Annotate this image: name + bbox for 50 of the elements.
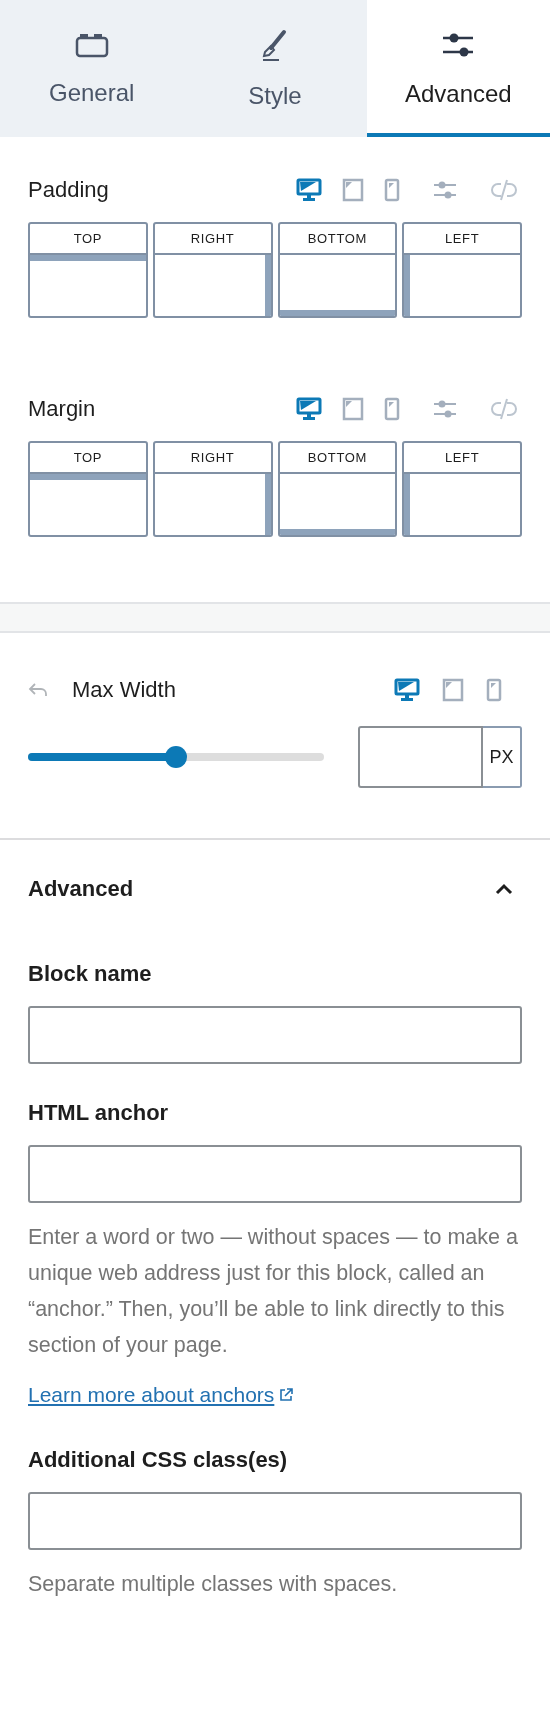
- side-label: TOP: [73, 448, 103, 467]
- mobile-icon[interactable]: [384, 396, 400, 421]
- text-input[interactable]: [28, 1145, 522, 1203]
- spacing-field[interactable]: LEFT: [402, 441, 522, 537]
- text-input[interactable]: [28, 1006, 522, 1064]
- spacing-field[interactable]: BOTTOM: [277, 441, 398, 537]
- field-label: Block name: [28, 960, 153, 988]
- help-text: Separate multiple classes with spaces.: [28, 1570, 399, 1598]
- tab[interactable]: General: [0, 0, 184, 137]
- panel-header[interactable]: Advanced: [28, 872, 522, 905]
- external-link-icon: [278, 1386, 295, 1403]
- slider-thumb[interactable]: [165, 746, 187, 768]
- chevron-icon: [494, 881, 514, 896]
- spacing-field[interactable]: TOP: [28, 222, 148, 318]
- tablet-icon[interactable]: [342, 396, 364, 421]
- slider[interactable]: [28, 746, 324, 768]
- section-title: Margin: [28, 395, 96, 423]
- unit-button[interactable]: PX: [483, 726, 522, 788]
- mobile-icon[interactable]: [384, 177, 400, 202]
- side-label: BOTTOM: [307, 448, 367, 467]
- side-label: BOTTOM: [307, 229, 367, 248]
- desktop-icon[interactable]: [296, 177, 322, 202]
- tablet-icon[interactable]: [442, 677, 464, 702]
- tab[interactable]: Style: [183, 0, 367, 137]
- side-label: TOP: [73, 229, 103, 248]
- learn-more-link[interactable]: Learn more about anchors: [28, 1379, 275, 1411]
- section-title: Max Width: [72, 676, 176, 704]
- side-label: LEFT: [444, 448, 480, 467]
- unlink-icon[interactable]: [490, 396, 518, 421]
- help-text: Enter a word or two — without spaces — to make a unique web address just for this block, called an “anchor.” Then, you’ll be able to link directly to this section of your page.: [28, 1224, 519, 1359]
- spacing-field[interactable]: LEFT: [402, 222, 522, 318]
- side-label: LEFT: [444, 229, 480, 248]
- spacing-field[interactable]: RIGHT: [152, 441, 273, 537]
- desktop-icon[interactable]: [296, 396, 322, 421]
- spacing-field[interactable]: TOP: [28, 441, 148, 537]
- undo-icon[interactable]: [28, 681, 48, 698]
- max-width-input[interactable]: [358, 726, 483, 788]
- spacing-field[interactable]: BOTTOM: [277, 222, 398, 318]
- mobile-icon[interactable]: [486, 677, 502, 702]
- spacing-field[interactable]: RIGHT: [152, 222, 273, 318]
- field-label: HTML anchor: [28, 1099, 170, 1127]
- text-input[interactable]: [28, 1491, 522, 1550]
- side-label: RIGHT: [190, 448, 235, 467]
- section-title: Padding: [28, 176, 109, 204]
- tab[interactable]: Advanced: [366, 0, 550, 137]
- tablet-icon[interactable]: [342, 177, 364, 202]
- field-label: Additional CSS class(es): [28, 1445, 289, 1474]
- unlink-icon[interactable]: [490, 177, 518, 202]
- desktop-icon[interactable]: [394, 677, 420, 702]
- side-label: RIGHT: [190, 229, 235, 248]
